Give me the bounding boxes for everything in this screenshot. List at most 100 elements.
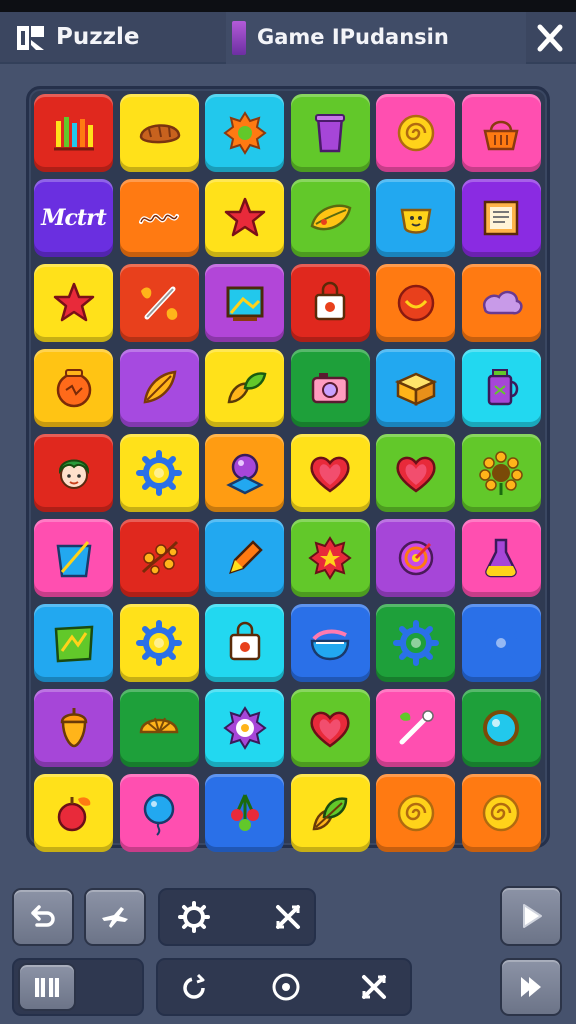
close-icon[interactable] — [532, 22, 568, 54]
tile-spiral[interactable] — [376, 94, 455, 172]
leaf-icon — [310, 204, 352, 231]
tile-heart[interactable] — [290, 689, 370, 767]
tile-orange[interactable] — [119, 689, 199, 767]
tile-crystal-ball[interactable] — [205, 434, 284, 512]
tile-flask[interactable] — [461, 519, 541, 597]
tile-lantern[interactable] — [461, 349, 541, 427]
gear-icon — [136, 620, 182, 666]
book-tray — [12, 958, 144, 1016]
badge-icon — [308, 536, 352, 580]
gear-icon — [392, 620, 439, 666]
gear-icon — [178, 901, 210, 933]
tile-gear[interactable] — [376, 604, 455, 682]
undo-button[interactable] — [12, 888, 74, 946]
orange-icon — [139, 717, 179, 734]
tile-star[interactable] — [205, 179, 284, 257]
record-button[interactable] — [266, 967, 306, 1007]
tile-badge[interactable] — [290, 519, 370, 597]
tile-leaf[interactable] — [290, 179, 370, 257]
swap-button[interactable] — [354, 967, 394, 1007]
tile-bar-graph[interactable] — [34, 94, 113, 172]
tile-branches[interactable] — [119, 519, 199, 597]
tile-squiggle[interactable] — [119, 179, 199, 257]
bag-icon — [314, 281, 346, 321]
basket-icon — [483, 120, 519, 151]
tile-gear-flower[interactable] — [205, 94, 284, 172]
tile-text[interactable]: Mctrt — [34, 179, 113, 257]
tile-bag[interactable] — [205, 604, 284, 682]
tile-orb[interactable] — [461, 689, 541, 767]
star-icon — [53, 282, 94, 322]
tile-cloud[interactable] — [461, 264, 541, 342]
apple-icon — [57, 797, 90, 832]
pot-icon — [56, 369, 91, 408]
settings-button[interactable] — [174, 897, 214, 937]
cloud-icon — [482, 290, 523, 315]
map-icon — [54, 625, 93, 663]
tile-leaf-brush[interactable] — [119, 349, 199, 427]
leaf-bunch-icon — [312, 797, 348, 831]
tile-pencil[interactable] — [205, 519, 284, 597]
tool-tray-bottom — [156, 958, 412, 1016]
cherries-icon — [230, 794, 259, 831]
tile-cherries[interactable] — [205, 774, 284, 852]
sunflower-icon — [479, 451, 523, 495]
book-button[interactable] — [18, 963, 76, 1011]
rotate-button[interactable] — [174, 967, 214, 1007]
bucket-icon — [56, 541, 91, 578]
tile-basket[interactable] — [461, 94, 541, 172]
tile-leaves[interactable] — [205, 349, 284, 427]
tile-rosette[interactable] — [205, 689, 284, 767]
hint-button[interactable] — [84, 888, 146, 946]
tile-map[interactable] — [34, 604, 113, 682]
rotate-icon — [183, 973, 205, 999]
tile-percent[interactable] — [119, 264, 199, 342]
tile-camera[interactable] — [290, 349, 370, 427]
tile-frame[interactable] — [461, 179, 541, 257]
tile-sunflower[interactable] — [461, 434, 541, 512]
wand-icon — [399, 710, 434, 745]
app-title: Puzzle — [56, 24, 140, 50]
tile-smile[interactable] — [376, 264, 455, 342]
tile-teacup[interactable] — [376, 179, 455, 257]
book-icon — [232, 21, 246, 55]
shuffle-button[interactable] — [268, 897, 308, 937]
tile-target[interactable] — [376, 519, 455, 597]
tile-bread[interactable] — [119, 94, 199, 172]
tile-heart[interactable] — [290, 434, 370, 512]
tile-star[interactable] — [34, 264, 113, 342]
tile-heart[interactable] — [376, 434, 455, 512]
tile-face[interactable] — [34, 434, 113, 512]
tile-box[interactable] — [376, 349, 455, 427]
star-icon — [224, 197, 265, 237]
tab-game[interactable]: Game IPudansin — [226, 12, 526, 64]
tile-cup[interactable] — [290, 94, 370, 172]
tile-spiral[interactable] — [376, 774, 455, 852]
heart-icon — [310, 456, 350, 493]
target-icon — [398, 540, 433, 576]
tile-balloon[interactable] — [119, 774, 199, 852]
bread-icon — [139, 124, 181, 144]
tile-gear[interactable] — [119, 604, 199, 682]
bag-icon — [229, 621, 260, 661]
tile-gear[interactable] — [119, 434, 199, 512]
tile-leaf-bunch[interactable] — [290, 774, 370, 852]
play-button[interactable] — [500, 886, 562, 946]
tile-bucket[interactable] — [34, 519, 113, 597]
tile-acorn[interactable] — [34, 689, 113, 767]
tile-picture[interactable] — [205, 264, 284, 342]
spiral-icon — [397, 794, 434, 832]
tool-tray-top — [158, 888, 316, 946]
tile-pot[interactable] — [34, 349, 113, 427]
tile-apple[interactable] — [34, 774, 113, 852]
tile-spiral[interactable] — [461, 774, 541, 852]
tile-bag[interactable] — [290, 264, 370, 342]
face-icon — [58, 459, 89, 489]
tile-bowl[interactable] — [290, 604, 370, 682]
heart-icon — [310, 711, 350, 748]
tile-gear[interactable] — [461, 604, 541, 682]
skip-button[interactable] — [500, 958, 562, 1016]
gear-icon — [478, 620, 524, 666]
tile-wand[interactable] — [376, 689, 455, 767]
spiral-icon — [482, 794, 520, 832]
